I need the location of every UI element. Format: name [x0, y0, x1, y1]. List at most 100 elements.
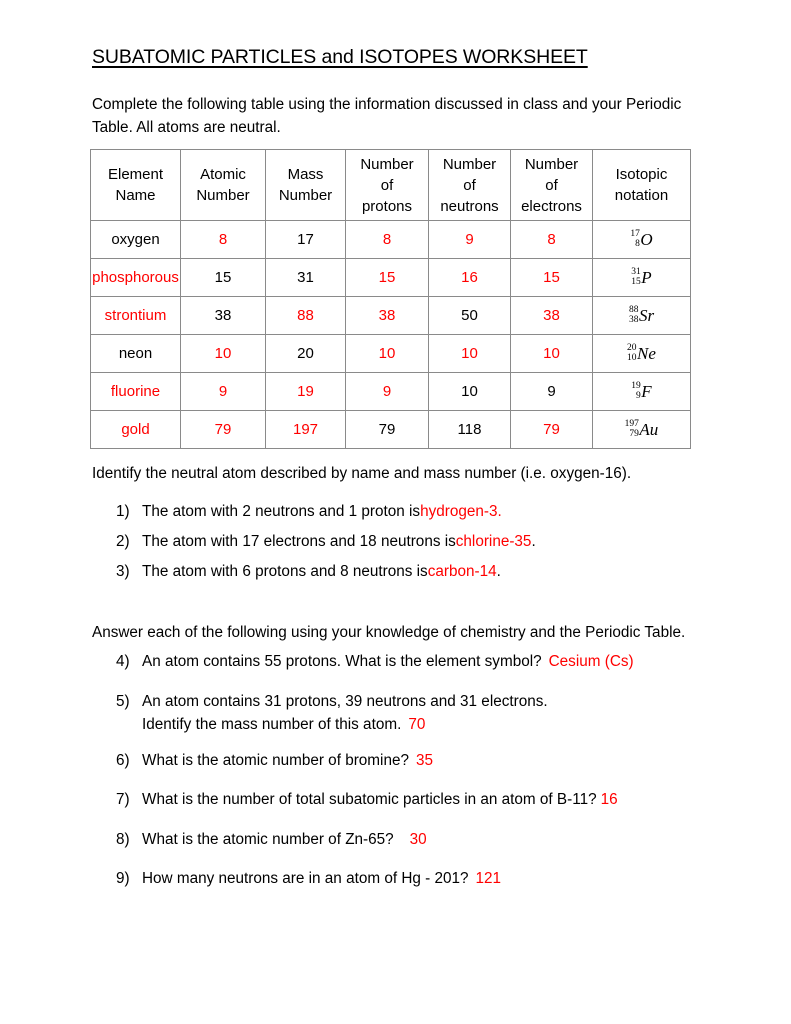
cell-electrons: 15: [510, 258, 593, 297]
cell-value: 17: [297, 231, 314, 248]
question-answer: Cesium (Cs): [548, 653, 634, 670]
question-text: What is the atomic number of Zn-65?: [142, 831, 394, 848]
cell-value: fluorine: [110, 383, 161, 400]
table-row: phosphorous 15 31 15 16 15 31 15 P: [90, 258, 691, 297]
table-row: neon 10 20 10 10 10 20 10 Ne: [90, 334, 691, 373]
cell-isotopic-notation: 197 79 Au: [592, 410, 691, 449]
header-line: Number: [278, 187, 333, 204]
question-4: 4) An atom contains 55 protons. What is t…: [116, 651, 634, 672]
table-row: oxygen 8 17 8 9 8 17 8 O: [90, 220, 691, 259]
question-number: 2): [116, 533, 130, 550]
question-answer: hydrogen-3.: [420, 503, 502, 520]
cell-value: 10: [461, 383, 478, 400]
header-line: electrons: [521, 197, 582, 215]
question-number: 1): [116, 503, 130, 520]
header-line: Mass: [287, 166, 324, 183]
cell-isotopic-notation: 88 38 Sr: [592, 296, 691, 335]
cell-value: 19: [297, 383, 314, 400]
isotope-numbers: 17 8: [630, 229, 640, 250]
isotope-numbers: 20 10: [627, 343, 637, 364]
isotope-atomic-number: 38: [628, 314, 639, 325]
header-line: of: [463, 176, 476, 194]
isotope-symbol: Sr: [638, 306, 655, 326]
header-line: neutrons: [440, 197, 499, 215]
cell-element-name: strontium: [90, 296, 181, 335]
cell-protons: 79: [345, 410, 429, 449]
cell-atomic-number: 9: [180, 372, 266, 411]
isotope-numbers: 88 38: [628, 305, 639, 326]
column-header-atomic-number: Atomic Number: [180, 149, 266, 221]
cell-atomic-number: 79: [180, 410, 266, 449]
cell-electrons: 10: [510, 334, 593, 373]
cell-value: 79: [378, 421, 396, 438]
isotope-numbers: 19 9: [631, 381, 641, 402]
question-1: 1) The atom with 2 neutrons and 1 proton …: [116, 501, 502, 522]
cell-value: 197: [292, 421, 319, 438]
isotope-numbers: 197 79: [625, 419, 639, 440]
cell-atomic-number: 38: [180, 296, 266, 335]
isotope-symbol: O: [640, 230, 653, 250]
cell-neutrons: 16: [428, 258, 511, 297]
question-text: An atom contains 55 protons. What is the…: [142, 653, 542, 670]
cell-protons: 8: [345, 220, 429, 259]
header-line: Element: [107, 166, 164, 183]
question-answer: carbon-14: [427, 563, 497, 580]
header-line: of: [380, 176, 394, 194]
cell-isotopic-notation: 20 10 Ne: [592, 334, 691, 373]
cell-neutrons: 50: [428, 296, 511, 335]
cell-value: phosphorous: [92, 269, 179, 286]
cell-value: 15: [378, 269, 396, 286]
cell-value: 10: [378, 345, 396, 362]
isotope-symbol: P: [641, 268, 652, 288]
cell-value: 9: [382, 383, 392, 400]
cell-mass-number: 88: [265, 296, 346, 335]
table-row: strontium 38 88 38 50 38 88 38 Sr: [90, 296, 691, 335]
question-second-line: Identify the mass number of this atom. 70: [142, 714, 548, 735]
worksheet-page: SUBATOMIC PARTICLES and ISOTOPES WORKSHE…: [0, 0, 791, 1024]
cell-value: oxygen: [111, 231, 160, 248]
question-number: 5): [116, 693, 130, 710]
cell-element-name: gold: [90, 410, 181, 449]
question-text: How many neutrons are in an atom of Hg -…: [142, 870, 469, 887]
column-header-electrons: Number of electrons: [510, 149, 593, 221]
table-row: gold 79 197 79 118 79 197 79 Au: [90, 410, 691, 449]
cell-electrons: 8: [510, 220, 593, 259]
cell-value: 79: [543, 421, 560, 438]
cell-value: 38: [543, 307, 560, 324]
cell-element-name: neon: [90, 334, 181, 373]
question-trailing: .: [496, 563, 501, 580]
isotope-notation: 31 15 P: [631, 267, 651, 287]
isotope-notation: 17 8 O: [630, 229, 652, 249]
question-answer: 16: [600, 791, 618, 808]
cell-atomic-number: 8: [180, 220, 266, 259]
identify-section-lead: Identify the neutral atom described by n…: [92, 465, 632, 482]
cell-element-name: fluorine: [90, 372, 181, 411]
cell-value: 20: [297, 345, 314, 362]
cell-value: neon: [118, 345, 153, 362]
question-number: 7): [116, 791, 130, 808]
cell-protons: 10: [345, 334, 429, 373]
question-2: 2) The atom with 17 electrons and 18 neut…: [116, 531, 536, 552]
question-text: The atom with 2 neutrons and 1 proton is: [142, 503, 421, 520]
cell-value: strontium: [104, 307, 167, 324]
cell-neutrons: 9: [428, 220, 511, 259]
cell-neutrons: 10: [428, 334, 511, 373]
cell-value: 8: [218, 231, 228, 248]
column-header-mass-number: Mass Number: [265, 149, 346, 221]
question-answer: 30: [409, 831, 427, 848]
header-line: notation: [614, 187, 669, 204]
cell-value: 38: [214, 307, 232, 324]
cell-electrons: 9: [510, 372, 593, 411]
cell-value: 9: [547, 383, 556, 400]
question-text: The atom with 17 electrons and 18 neutro…: [142, 533, 456, 550]
question-5: 5) An atom contains 31 protons, 39 neutro…: [116, 691, 548, 735]
question-number: 8): [116, 831, 130, 848]
question-answer: chlorine-35: [455, 533, 532, 550]
question-text: What is the number of total subatomic pa…: [142, 791, 597, 808]
cell-protons: 15: [345, 258, 429, 297]
cell-element-name: phosphorous: [90, 258, 181, 297]
cell-value: 10: [214, 345, 232, 362]
question-trailing: .: [531, 533, 536, 550]
question-answer: 121: [475, 870, 502, 887]
cell-value: 15: [543, 269, 560, 286]
